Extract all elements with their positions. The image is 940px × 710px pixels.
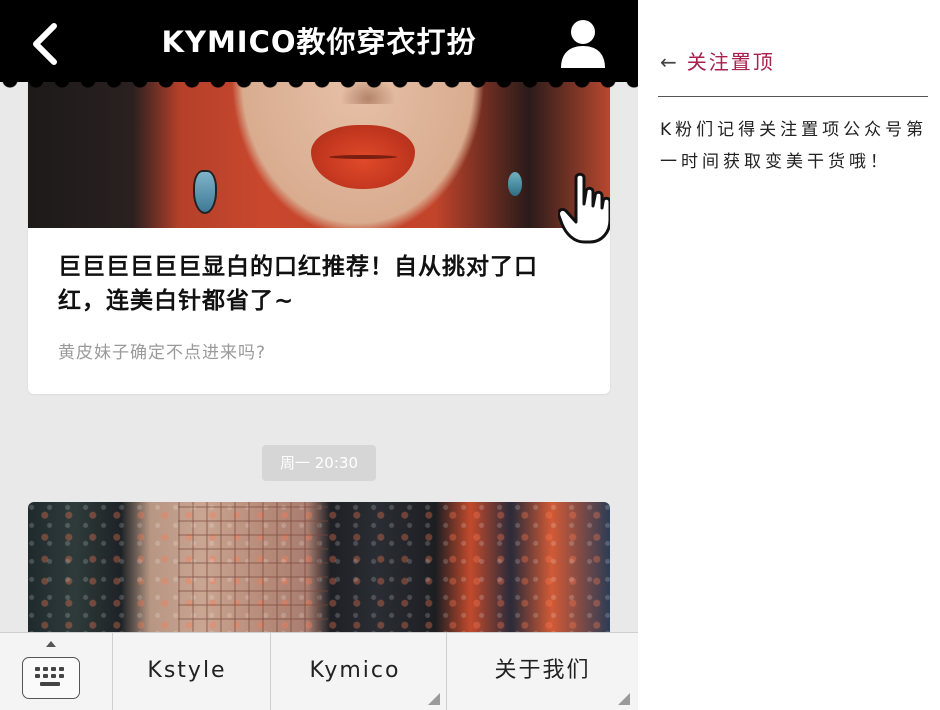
article-title[interactable]: 巨巨巨巨巨巨显白的口红推荐！自从挑对了口红，连美白针都省了~ (58, 250, 583, 318)
message-timestamp: 周一 20:30 (262, 445, 376, 481)
submenu-indicator-icon (618, 693, 630, 705)
menu-item-kstyle[interactable]: Kstyle (113, 633, 261, 710)
submenu-indicator-icon (428, 693, 440, 705)
earring-left (193, 170, 217, 214)
bottom-menu-bar: Kstyle Kymico 关于我们 (0, 632, 638, 710)
article-subtitle: 黄皮妹子确定不点进来吗? (58, 343, 267, 363)
side-panel-title: 关注置顶 (686, 50, 775, 74)
phone-screen: KYMICO教你穿衣打扮 巨巨巨巨巨巨显白的口红推荐！自从挑对了口红，连美白针都… (0, 0, 638, 710)
keyboard-toggle-area (0, 633, 113, 710)
keyboard-toggle-button[interactable] (22, 657, 80, 699)
hand-pointer-icon (558, 172, 610, 244)
side-panel-text: K粉们记得关注置项公众号第一时间获取变美干货哦！ (660, 120, 928, 172)
red-lips (311, 125, 415, 189)
back-button[interactable] (22, 18, 68, 70)
keyboard-icon (35, 667, 64, 686)
article-card[interactable]: 巨巨巨巨巨巨显白的口红推荐！自从挑对了口红，连美白针都省了~ 黄皮妹子确定不点进… (28, 60, 610, 394)
menu-item-about-us[interactable]: 关于我们 (447, 633, 638, 710)
caret-up-icon (46, 641, 56, 647)
menu-item-kymico[interactable]: Kymico (271, 633, 439, 710)
profile-button[interactable] (558, 16, 608, 70)
side-panel-header: ← 关注置顶 (660, 44, 775, 80)
page-title: KYMICO教你穿衣打扮 (161, 25, 477, 59)
top-bar: KYMICO教你穿衣打扮 (0, 0, 638, 88)
divider (658, 96, 928, 97)
left-arrow-icon: ← (660, 50, 679, 74)
earring-right (508, 172, 522, 196)
chevron-left-icon (33, 23, 57, 65)
user-icon (561, 20, 605, 68)
